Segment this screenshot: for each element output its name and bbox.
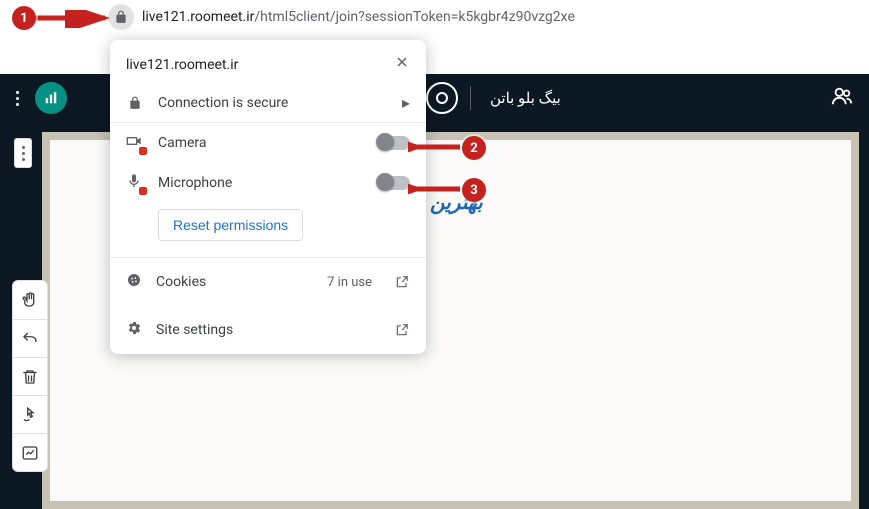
annotation-arrow-1 [35,10,113,28]
annotation-badge-2: 2 [462,136,486,160]
open-external-icon [394,275,410,289]
pan-tool[interactable] [13,281,47,319]
delete-button[interactable] [13,357,47,395]
site-settings-row[interactable]: Site settings [110,306,426,354]
close-icon [394,54,410,70]
annotation-arrow-2 [408,139,464,157]
microphone-permission-row: Microphone [110,163,426,203]
header-divider [470,86,471,110]
lock-icon [128,96,142,110]
cookies-row[interactable]: Cookies 7 in use [110,257,426,306]
undo-button[interactable] [13,319,47,357]
connection-secure-row[interactable]: Connection is secure ▸ [110,83,426,122]
users-button[interactable] [831,85,853,111]
url-display[interactable]: live121.roomeet.ir/html5client/join?sess… [142,9,575,25]
camera-permission-row: Camera [110,122,426,163]
open-external-icon [394,323,410,337]
bars-icon [44,91,58,105]
blocked-indicator [139,147,147,155]
users-icon [831,85,853,107]
blocked-indicator [139,187,147,195]
browser-address-bar: live121.roomeet.ir/html5client/join?sess… [0,0,869,34]
annotation-arrow-3 [408,181,464,199]
shapes-tool[interactable] [13,433,47,471]
camera-label: Camera [158,135,364,151]
app-logo[interactable] [35,82,67,114]
microphone-label: Microphone [158,175,364,191]
cookies-count: 7 in use [327,275,372,290]
whiteboard-toolbar [12,280,48,472]
camera-toggle[interactable] [378,136,410,150]
undo-icon [21,330,39,348]
slide-options-button[interactable] [14,138,32,168]
annotation-badge-1: 1 [12,6,36,30]
pointer-icon [21,406,39,424]
chart-icon [21,444,39,462]
popup-domain: live121.roomeet.ir [126,57,238,73]
annotation-badge-3: 3 [462,178,486,202]
hand-icon [21,291,39,309]
close-popup-button[interactable] [394,54,410,75]
secure-connection-label: Connection is secure [158,95,388,111]
reset-permissions-button[interactable]: Reset permissions [158,209,303,241]
menu-button[interactable] [16,91,19,106]
cookies-label: Cookies [156,274,313,290]
microphone-toggle[interactable] [378,176,410,190]
lock-icon [114,10,128,24]
pointer-tool[interactable] [13,395,47,433]
chevron-right-icon: ▸ [402,93,410,112]
room-title: بیگ بلو باتن [490,89,561,107]
cookie-icon [126,272,142,288]
site-info-popup: live121.roomeet.ir Connection is secure … [110,40,426,354]
trash-icon [21,368,39,386]
record-indicator[interactable] [426,82,458,114]
gear-icon [126,320,142,336]
site-settings-label: Site settings [156,322,380,338]
